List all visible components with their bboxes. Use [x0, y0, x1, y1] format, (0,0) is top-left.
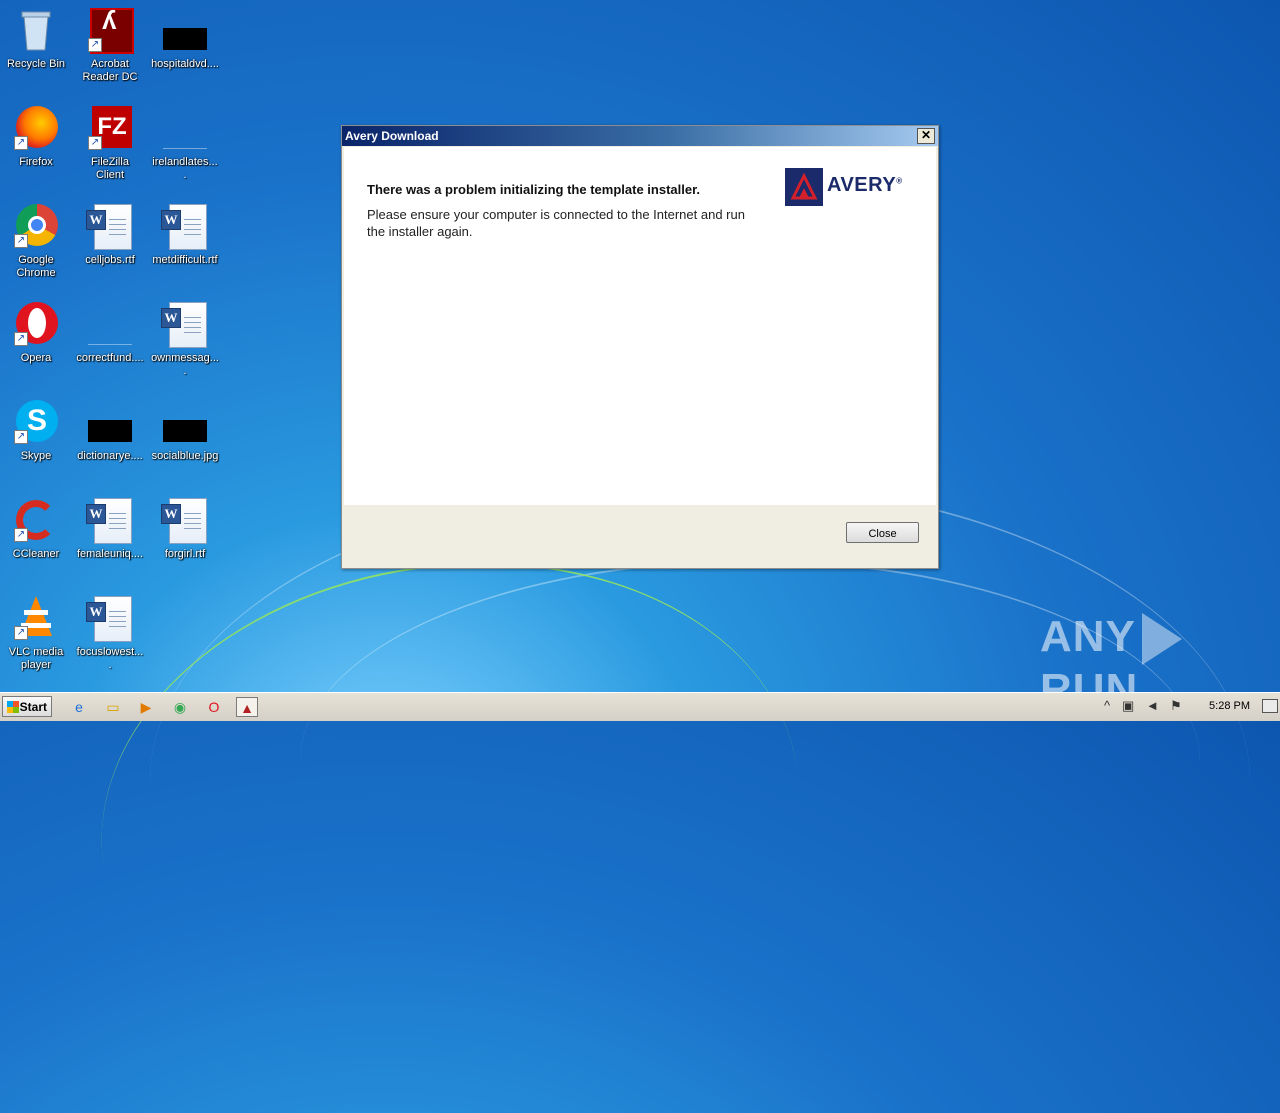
desktop-icon-label: hospitaldvd....: [151, 58, 219, 70]
action-center-flag-icon[interactable]: ⚑: [1170, 698, 1182, 714]
desktop-icon-blank[interactable]: irelandlates....: [149, 104, 221, 182]
desktop-icon-label: Opera: [20, 352, 52, 364]
play-icon: [1141, 613, 1182, 666]
shortcut-arrow-icon: ↗: [14, 626, 28, 640]
shortcut-arrow-icon: ↗: [88, 38, 102, 52]
windows-logo-icon: [7, 701, 19, 713]
dialog-titlebar[interactable]: Avery Download ✕: [342, 126, 938, 146]
desktop-icon-label: focuslowest....: [76, 646, 144, 671]
desktop-icon-label: dictionarye....: [77, 450, 143, 462]
desktop-icon-label: femaleuniq....: [76, 548, 144, 560]
recycle-bin-icon: [12, 6, 60, 54]
word-doc-icon: W: [161, 496, 209, 544]
desktop-icon-label: FileZilla Client: [91, 156, 129, 181]
error-heading: There was a problem initializing the tem…: [367, 182, 701, 197]
word-doc-icon: W: [161, 300, 209, 348]
desktop-icon-label: celljobs.rtf: [85, 254, 135, 266]
avery-logo-mark-icon: [785, 168, 823, 206]
desktop-icon-chrome[interactable]: ↗ Google Chrome: [0, 202, 72, 280]
desktop-icon-skype[interactable]: S ↗ Skype: [0, 398, 72, 463]
desktop-icon-label: correctfund....: [76, 352, 144, 364]
blank-icon: [86, 300, 134, 348]
desktop-icon-label: Skype: [20, 450, 52, 462]
opera-icon[interactable]: O: [203, 697, 225, 717]
desktop-icon-blank[interactable]: correctfund....: [74, 300, 146, 365]
internet-explorer-icon[interactable]: e: [68, 697, 90, 717]
shortcut-arrow-icon: ↗: [88, 136, 102, 150]
word-doc-icon: W: [86, 202, 134, 250]
dialog-close-icon[interactable]: ✕: [917, 128, 935, 144]
black-image-icon: [161, 6, 209, 54]
desktop-icon-label: Recycle Bin: [6, 58, 66, 70]
vlc-icon: ↗: [12, 594, 60, 642]
black-image-icon: [161, 398, 209, 446]
avery-task-icon[interactable]: ▲: [236, 697, 258, 717]
wallpaper-streak-green: [68, 518, 832, 1113]
opera-icon: ↗: [12, 300, 60, 348]
taskbar: Start e ▭ ▶ ◉ O ▲ ^ ▣ ◄ ⚑ 5:28 PM: [0, 692, 1280, 721]
desktop-icon-label: Google Chrome: [16, 254, 56, 279]
wallpaper-streak: [150, 480, 1250, 1082]
clock[interactable]: 5:28 PM: [1209, 700, 1250, 712]
desktop-icon-acrobat[interactable]: ʎ ↗ Acrobat Reader DC: [74, 6, 146, 84]
start-button[interactable]: Start: [2, 696, 52, 717]
dialog-title: Avery Download: [345, 129, 439, 143]
desktop-icon-black-image[interactable]: dictionarye....: [74, 398, 146, 463]
desktop-icon-recycle-bin[interactable]: Recycle Bin: [0, 6, 72, 71]
word-doc-icon: W: [161, 202, 209, 250]
desktop-icon-word-doc[interactable]: Wownmessag....: [149, 300, 221, 378]
desktop-icon-word-doc[interactable]: Wfocuslowest....: [74, 594, 146, 672]
desktop-icon-word-doc[interactable]: Wforgirl.rtf: [149, 496, 221, 561]
dialog-content: There was a problem initializing the tem…: [344, 147, 936, 505]
system-tray: ^ ▣ ◄ ⚑ 5:28 PM: [1100, 693, 1280, 721]
desktop-icon-firefox[interactable]: ↗ Firefox: [0, 104, 72, 169]
tray-chevron-icon[interactable]: ^: [1104, 698, 1110, 714]
volume-icon[interactable]: ◄: [1146, 698, 1159, 714]
desktop-icon-label: Acrobat Reader DC: [82, 58, 138, 83]
desktop-icon-black-image[interactable]: socialblue.jpg: [149, 398, 221, 463]
shortcut-arrow-icon: ↗: [14, 332, 28, 346]
word-doc-icon: W: [86, 594, 134, 642]
desktop-icon-filezilla[interactable]: FZ ↗ FileZilla Client: [74, 104, 146, 182]
skype-icon: S ↗: [12, 398, 60, 446]
shortcut-arrow-icon: ↗: [14, 430, 28, 444]
blank-icon: [161, 104, 209, 152]
desktop-icon-label: metdifficult.rtf: [152, 254, 218, 266]
avery-logo: AVERY®: [785, 166, 920, 208]
chrome-icon: ↗: [12, 202, 60, 250]
media-player-icon[interactable]: ▶: [135, 697, 157, 717]
avery-logo-text: AVERY®: [827, 174, 903, 196]
ccleaner-icon: ↗: [12, 496, 60, 544]
shortcut-arrow-icon: ↗: [14, 234, 28, 248]
desktop-icon-opera[interactable]: ↗ Opera: [0, 300, 72, 365]
chrome-icon[interactable]: ◉: [169, 697, 191, 717]
shortcut-arrow-icon: ↗: [14, 136, 28, 150]
desktop-icon-vlc[interactable]: ↗ VLC media player: [0, 594, 72, 672]
desktop-icon-word-doc[interactable]: Wfemaleuniq....: [74, 496, 146, 561]
word-doc-icon: W: [86, 496, 134, 544]
black-image-icon: [86, 398, 134, 446]
desktop-icon-label: Firefox: [19, 156, 53, 168]
firefox-icon: ↗: [12, 104, 60, 152]
desktop-icon-label: socialblue.jpg: [151, 450, 219, 462]
filezilla-icon: FZ ↗: [86, 104, 134, 152]
explorer-folder-icon[interactable]: ▭: [102, 697, 124, 717]
desktop-icon-word-doc[interactable]: Wmetdifficult.rtf: [149, 202, 221, 267]
avery-download-dialog: Avery Download ✕ There was a problem ini…: [341, 125, 939, 569]
desktop-icon-word-doc[interactable]: Wcelljobs.rtf: [74, 202, 146, 267]
desktop-icon-ccleaner[interactable]: ↗ CCleaner: [0, 496, 72, 561]
shortcut-arrow-icon: ↗: [14, 528, 28, 542]
desktop-icon-black-image[interactable]: hospitaldvd....: [149, 6, 221, 71]
acrobat-icon: ʎ ↗: [86, 6, 134, 54]
error-message: Please ensure your computer is connected…: [367, 207, 745, 239]
desktop-icon-label: ownmessag....: [151, 352, 219, 377]
desktop-icon-label: CCleaner: [12, 548, 60, 560]
network-icon[interactable]: ▣: [1122, 698, 1134, 714]
close-button[interactable]: Close: [846, 522, 919, 543]
desktop-icon-label: forgirl.rtf: [164, 548, 206, 560]
show-desktop-button[interactable]: [1262, 699, 1278, 713]
desktop-icon-label: irelandlates....: [152, 156, 218, 181]
desktop-icon-label: VLC media player: [8, 646, 64, 671]
